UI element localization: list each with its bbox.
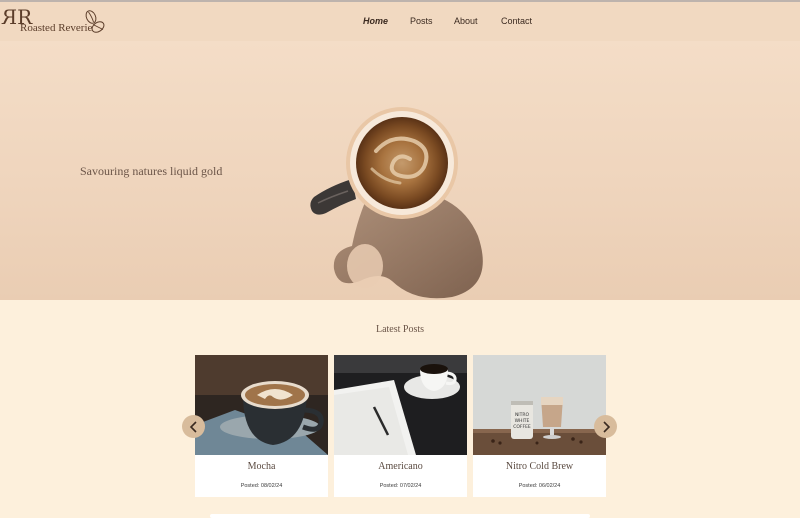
post-thumbnail-mocha: [195, 355, 328, 455]
svg-text:COFFEE: COFFEE: [513, 424, 531, 430]
site-header: RR Roasted Reverie Home Posts About Cont…: [0, 0, 800, 41]
post-card-americano[interactable]: Americano Posted: 07/02/24: [334, 355, 467, 497]
post-date: Posted: 08/02/24: [240, 483, 283, 489]
nav-about[interactable]: About: [454, 16, 478, 26]
nav-posts[interactable]: Posts: [410, 16, 433, 26]
main-nav: Home Posts About Contact: [0, 16, 800, 30]
nitro-can-image: NITRO WHITE COFFEE: [473, 355, 606, 455]
svg-text:NITRO: NITRO: [515, 412, 530, 418]
svg-text:WHITE: WHITE: [515, 418, 530, 424]
nav-contact[interactable]: Contact: [501, 16, 532, 26]
post-card-mocha[interactable]: Mocha Posted: 08/02/24: [195, 355, 328, 497]
nav-home[interactable]: Home: [363, 16, 388, 26]
mocha-cup-image: [195, 355, 328, 455]
post-title: Mocha: [247, 461, 276, 472]
hero-banner: Savouring natures liquid gold: [0, 41, 800, 300]
post-thumbnail-americano: [334, 355, 467, 455]
post-thumbnail-nitro-cold-brew: NITRO WHITE COFFEE: [473, 355, 606, 455]
carousel-prev-button[interactable]: [182, 415, 205, 438]
post-date: Posted: 07/02/24: [379, 483, 422, 489]
chevron-left-icon: [189, 420, 197, 433]
americano-cup-image: [334, 355, 467, 455]
hero-coffee-cup-image: [310, 107, 483, 299]
carousel-next-button[interactable]: [594, 415, 617, 438]
post-card-nitro-cold-brew[interactable]: NITRO WHITE COFFEE Nitro Cold Brew Poste…: [473, 355, 606, 497]
latest-posts-title: Latest Posts: [375, 324, 425, 335]
post-title: Americano: [378, 461, 423, 472]
next-section-edge: [210, 514, 590, 518]
chevron-right-icon: [602, 420, 610, 433]
post-title: Nitro Cold Brew: [505, 461, 574, 472]
post-date: Posted: 06/02/24: [518, 483, 561, 489]
